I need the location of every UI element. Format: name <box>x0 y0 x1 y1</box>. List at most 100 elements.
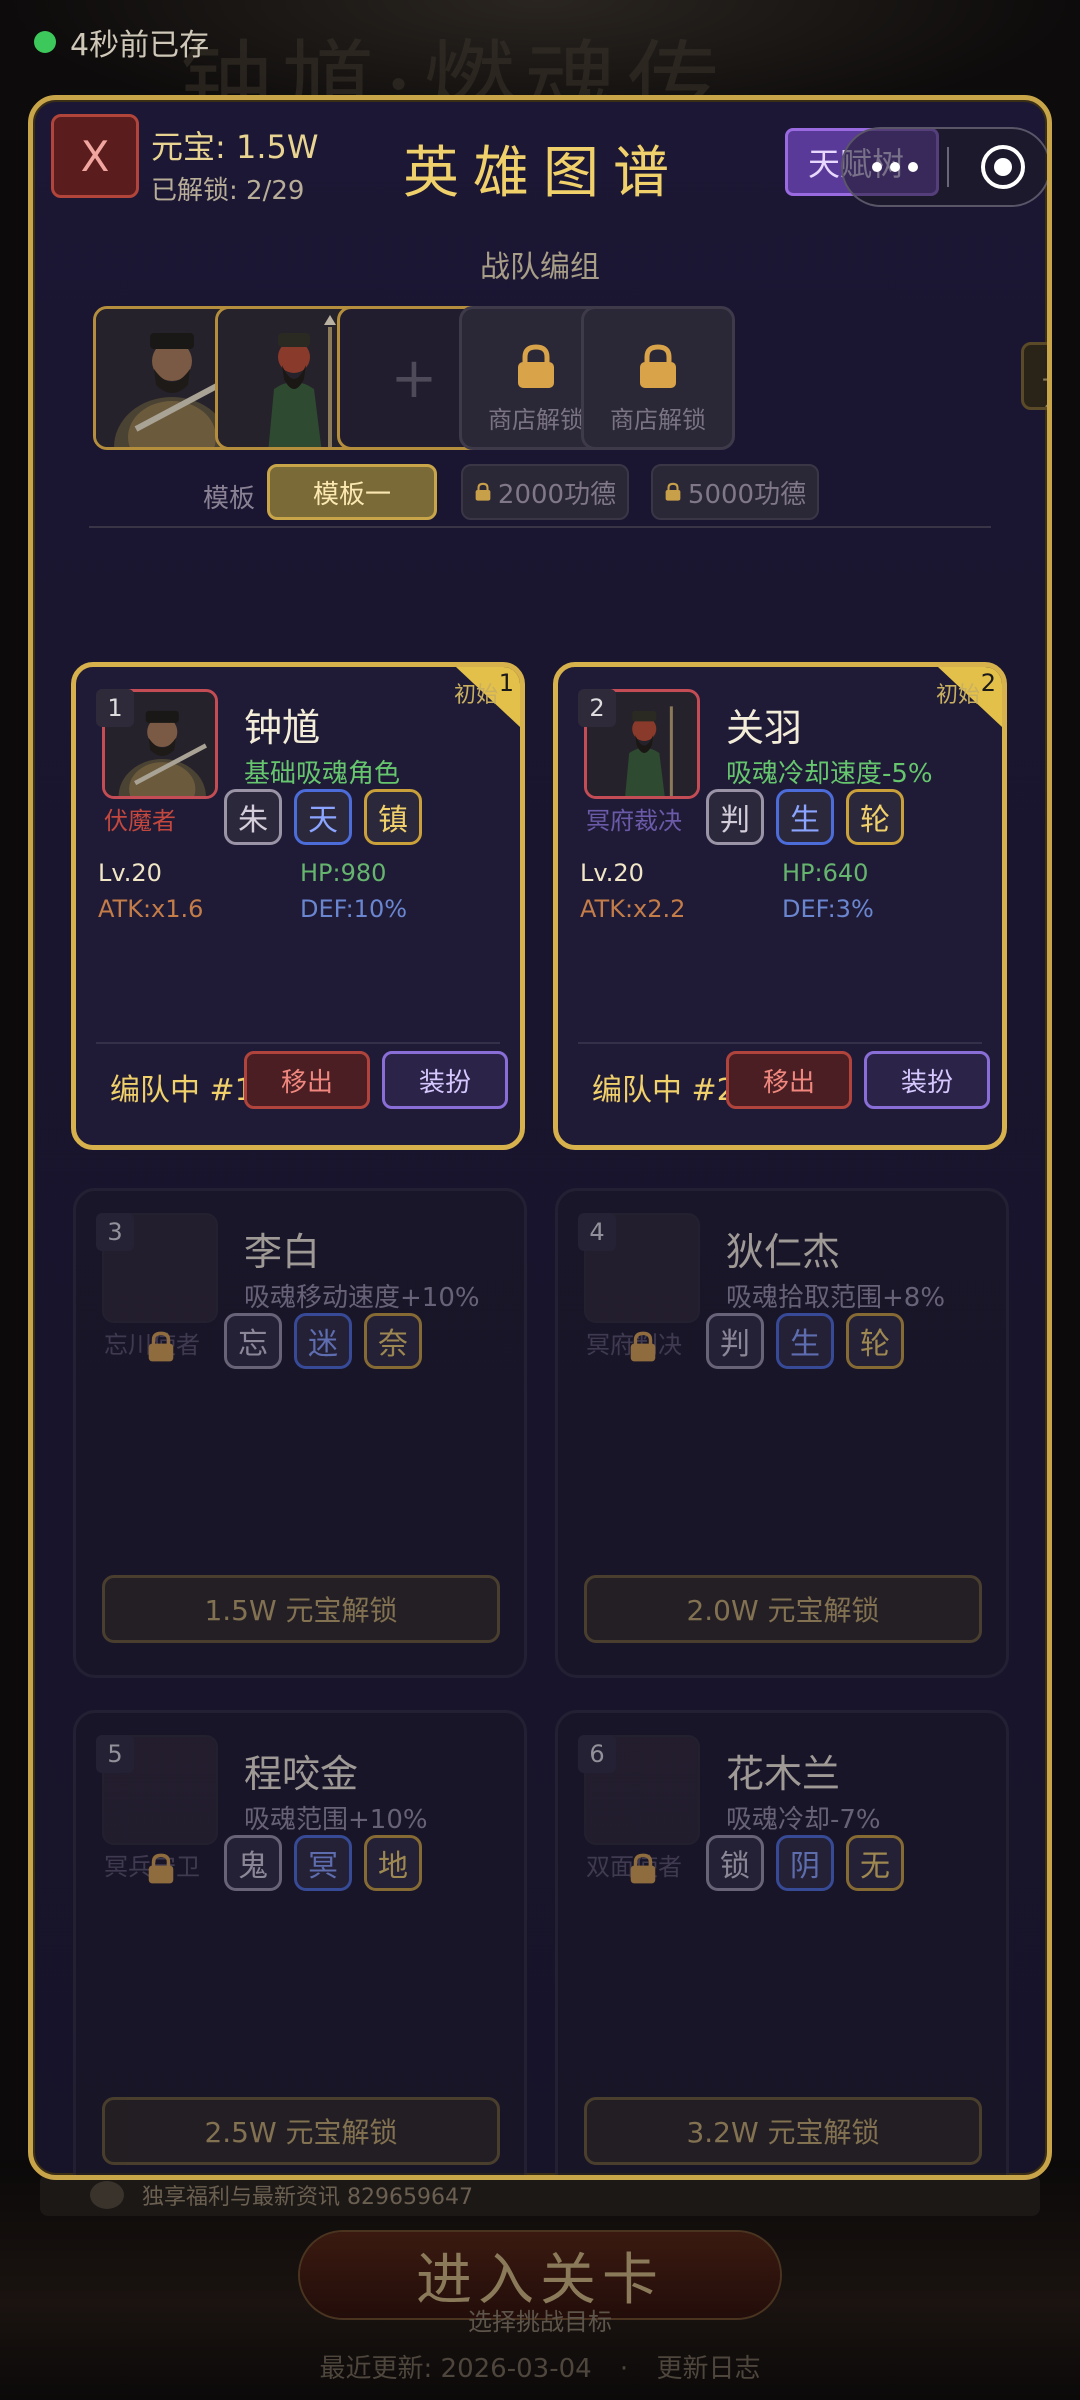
target-icon[interactable] <box>981 145 1025 189</box>
hero-tag: 无 <box>846 1835 904 1891</box>
hero-tag: 忘 <box>224 1313 282 1369</box>
hero-name: 狄仁杰 <box>726 1230 841 1274</box>
team-slot-5-locked[interactable]: 商店解锁 <box>581 306 735 450</box>
outfit-button[interactable]: 装扮 <box>864 1051 990 1109</box>
remove-from-team-button[interactable]: 移出 <box>726 1051 852 1109</box>
hero-tag: 镇 <box>364 789 422 845</box>
hero-card-zhongkui[interactable]: 1 初始 1 伏魔者 钟馗 基础吸魂角色 朱 天 镇 Lv.20 HP:980 … <box>71 662 525 1150</box>
close-button[interactable]: X <box>51 114 139 198</box>
hero-level: Lv.20 <box>580 859 644 887</box>
template-tab-2-label: 2000功德 <box>497 479 617 510</box>
unlock-button[interactable]: 2.5W 元宝解锁 <box>102 2097 500 2165</box>
remove-from-team-button[interactable]: 移出 <box>244 1051 370 1109</box>
initial-badge: 初始 <box>453 683 498 708</box>
hero-card-mulan-locked[interactable]: 6 双面使者 花木兰 吸魂冷却-7% 锁 阴 无 3.2W 元宝解锁 <box>555 1710 1009 2175</box>
unlock-button[interactable]: 1.5W 元宝解锁 <box>102 1575 500 1643</box>
template-label: 模板 <box>203 484 256 514</box>
miniprogram-capsule <box>841 127 1047 207</box>
changelog-link[interactable]: 更新日志 <box>656 2354 760 2384</box>
background-notice-text: 独享福利与最新资讯 829659647 <box>142 2185 473 2210</box>
hero-name: 钟馗 <box>244 706 321 750</box>
hero-hp: HP:640 <box>782 859 869 887</box>
template-tab-1[interactable]: 模板一 <box>267 464 437 520</box>
hero-card-guanyu[interactable]: 2 初始 2 冥府裁决 关羽 吸魂冷却速度-5% 判 生 轮 Lv.20 HP:… <box>553 662 1007 1150</box>
section-divider <box>89 526 991 528</box>
hero-tag: 阴 <box>776 1835 834 1891</box>
hero-def: DEF:10% <box>300 895 408 923</box>
hero-skill: 吸魂拾取范围+8% <box>726 1283 946 1313</box>
hero-index: 3 <box>96 1213 134 1251</box>
card-divider <box>578 1042 982 1044</box>
template-tab-3-locked[interactable]: 5000功德 <box>651 464 819 520</box>
hero-tags: 朱 天 镇 <box>224 789 422 845</box>
hero-name: 花木兰 <box>726 1752 841 1796</box>
hero-name: 李白 <box>244 1230 321 1274</box>
hero-atk: ATK:x1.6 <box>98 895 204 923</box>
hero-card-direnjie-locked[interactable]: 4 冥府判决 狄仁杰 吸魂拾取范围+8% 判 生 轮 2.0W 元宝解锁 <box>555 1188 1009 1678</box>
lock-icon <box>518 344 554 388</box>
hero-skill: 吸魂冷却-7% <box>726 1805 881 1835</box>
hero-hp: HP:980 <box>300 859 387 887</box>
hero-tag: 地 <box>364 1835 422 1891</box>
hero-tag: 生 <box>776 789 834 845</box>
unlock-button[interactable]: 3.2W 元宝解锁 <box>584 2097 982 2165</box>
hero-tag: 鬼 <box>224 1835 282 1891</box>
unlock-button[interactable]: 2.0W 元宝解锁 <box>584 1575 982 1643</box>
hero-skill: 吸魂冷却速度-5% <box>726 759 933 789</box>
hero-tags: 鬼 冥 地 <box>224 1835 422 1891</box>
hero-tag: 判 <box>706 1313 764 1369</box>
hero-index: 6 <box>578 1735 616 1773</box>
template-tab-2-locked[interactable]: 2000功德 <box>461 464 629 520</box>
hero-card-libai-locked[interactable]: 3 忘川使者 李白 吸魂移动速度+10% 忘 迷 奈 1.5W 元宝解锁 <box>73 1188 527 1678</box>
hero-def: DEF:3% <box>782 895 874 923</box>
hero-tag: 生 <box>776 1313 834 1369</box>
enter-level-subtitle: 选择挑战目标 <box>468 2308 612 2336</box>
hero-name: 关羽 <box>726 706 803 750</box>
hero-tag: 冥 <box>294 1835 352 1891</box>
update-separator: · <box>619 2354 629 2384</box>
save-status: 4秒前已存 <box>34 20 209 64</box>
team-status: 编队中 #1 <box>110 1073 254 1108</box>
hero-tag: 天 <box>294 789 352 845</box>
team-status: 编队中 #2 <box>592 1073 736 1108</box>
hero-tag: 轮 <box>846 1313 904 1369</box>
hero-card-chengyaojin-locked[interactable]: 5 冥兵守卫 程咬金 吸魂范围+10% 鬼 冥 地 2.5W 元宝解锁 <box>73 1710 527 2175</box>
hero-tag: 奈 <box>364 1313 422 1369</box>
lock-icon <box>475 482 491 501</box>
hero-skill: 吸魂范围+10% <box>244 1805 428 1835</box>
hero-tag: 轮 <box>846 789 904 845</box>
template-tab-3-label: 5000功德 <box>687 479 807 510</box>
unlock-count: 已解锁: 2/29 <box>151 176 305 206</box>
save-status-dot-icon <box>34 31 56 53</box>
outfit-button[interactable]: 装扮 <box>382 1051 508 1109</box>
hero-codex-panel: X 元宝: 1.5W 已解锁: 2/29 英雄图谱 天赋树 战队编组 <box>28 95 1052 2180</box>
hero-role: 冥府裁决 <box>586 807 682 835</box>
slot-locked-label: 商店解锁 <box>610 406 706 434</box>
hero-skill: 基础吸魂角色 <box>244 759 401 789</box>
lock-icon <box>148 1331 174 1362</box>
hero-level: Lv.20 <box>98 859 162 887</box>
update-info: 最近更新: 2026-03-04 · 更新日志 <box>0 2348 1080 2385</box>
hero-index: 2 <box>578 689 616 727</box>
hero-tag: 迷 <box>294 1313 352 1369</box>
card-divider <box>96 1042 500 1044</box>
hero-grid: 1 初始 1 伏魔者 钟馗 基础吸魂角色 朱 天 镇 Lv.20 HP:980 … <box>33 570 1047 2175</box>
team-order-number: 1 <box>498 669 514 697</box>
background-notice: 独享福利与最新资讯 829659647 <box>40 2174 1040 2216</box>
more-dots-icon[interactable] <box>843 162 947 172</box>
hero-tag: 判 <box>706 789 764 845</box>
group-icon <box>90 2181 124 2209</box>
panel-title: 英雄图谱 <box>403 141 683 206</box>
hero-index: 5 <box>96 1735 134 1773</box>
update-date: 最近更新: 2026-03-04 <box>319 2354 592 2384</box>
hero-index: 1 <box>96 689 134 727</box>
hero-tag: 朱 <box>224 789 282 845</box>
hero-skill: 吸魂移动速度+10% <box>244 1283 480 1313</box>
hero-tag: 锁 <box>706 1835 764 1891</box>
quick-team-button[interactable]: 一键 <box>1021 342 1047 410</box>
slot-locked-label: 商店解锁 <box>488 406 584 434</box>
hero-tags: 忘 迷 奈 <box>224 1313 422 1369</box>
capsule-divider <box>947 147 949 187</box>
hero-role: 伏魔者 <box>104 807 176 835</box>
lock-icon <box>148 1853 174 1884</box>
